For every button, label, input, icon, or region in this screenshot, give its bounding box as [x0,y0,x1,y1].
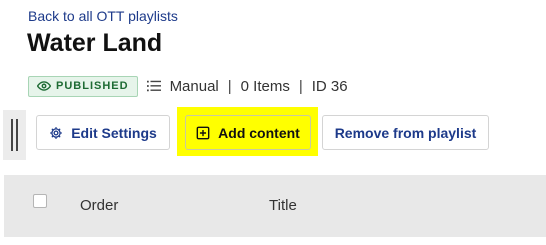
list-icon [146,79,161,93]
edit-settings-button[interactable]: Edit Settings [36,115,170,150]
order-mode: Manual [169,77,219,95]
back-to-playlists-link[interactable]: Back to all OTT playlists [28,8,178,24]
column-header-order[interactable]: Order [80,197,118,214]
plus-square-icon [196,126,210,140]
meta-separator: | [227,77,232,95]
remove-from-playlist-button[interactable]: Remove from playlist [322,115,489,150]
playlist-meta: PUBLISHED Manual | 0 Items | ID 36 [28,75,348,97]
column-header-title[interactable]: Title [269,197,297,214]
playlist-id: ID 36 [311,77,348,95]
select-all-checkbox[interactable] [33,194,47,208]
status-badge-label: PUBLISHED [56,80,129,92]
status-badge: PUBLISHED [28,75,138,97]
remove-from-playlist-label: Remove from playlist [334,124,477,141]
add-content-label: Add content [218,124,300,141]
page-title: Water Land [27,29,163,57]
item-count: 0 Items [240,77,290,95]
gear-icon [49,126,63,140]
edit-settings-label: Edit Settings [71,124,157,141]
drag-handle[interactable] [3,110,26,160]
meta-separator: | [298,77,303,95]
eye-icon [37,79,51,93]
add-content-button[interactable]: Add content [185,115,311,150]
